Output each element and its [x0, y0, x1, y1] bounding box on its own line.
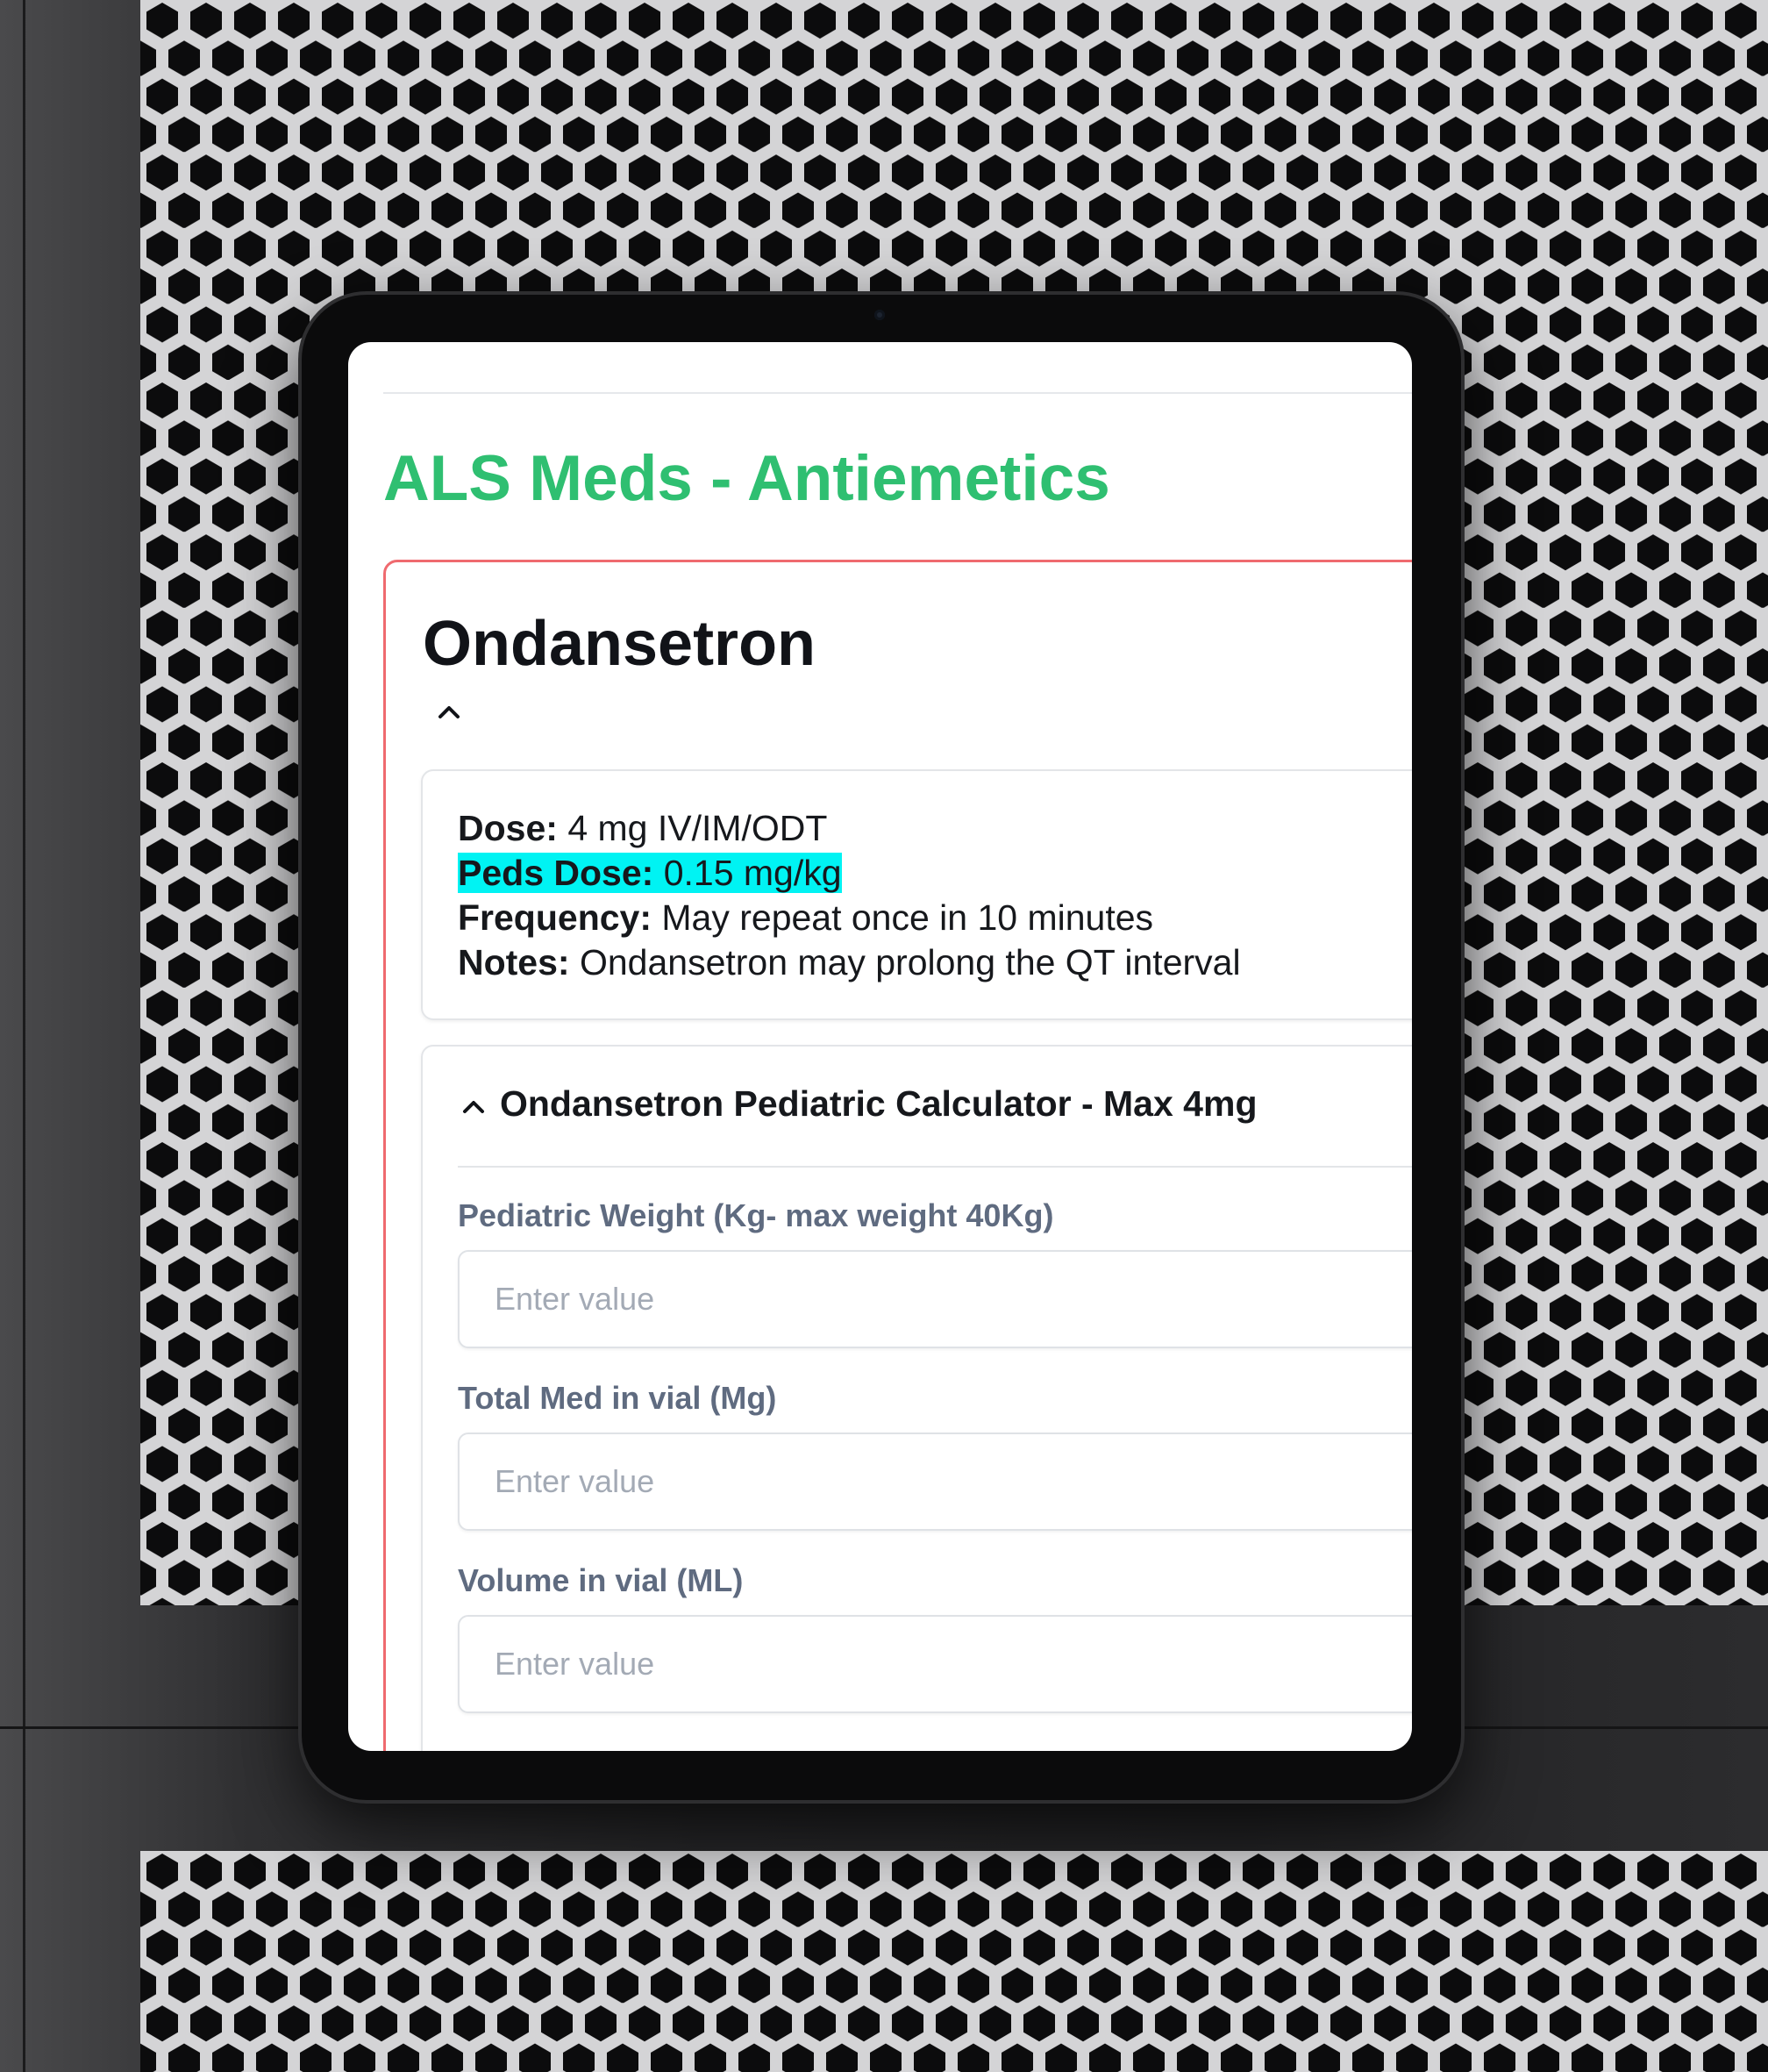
peds-dose-line: Peds Dose: 0.15 mg/kg: [458, 851, 1241, 896]
chevron-up-icon[interactable]: [431, 694, 467, 729]
pediatric-calculator: Ondansetron Pediatric Calculator - Max 4…: [421, 1045, 1412, 1751]
calculator-divider: [458, 1166, 1412, 1168]
peds-dose-value: 0.15 mg/kg: [653, 853, 842, 893]
medication-details: Dose: 4 mg IV/IM/ODT Peds Dose: 0.15 mg/…: [421, 769, 1412, 1020]
background-seam-vertical: [23, 0, 25, 2072]
peds-dose-highlight: Peds Dose: 0.15 mg/kg: [458, 853, 842, 893]
notes-line: Notes: Ondansetron may prolong the QT in…: [458, 940, 1241, 985]
notes-value: Ondansetron may prolong the QT interval: [569, 942, 1241, 982]
frequency-value: May repeat once in 10 minutes: [652, 897, 1154, 938]
total-med-label: Total Med in vial (Mg): [458, 1380, 777, 1416]
volume-input[interactable]: [458, 1615, 1412, 1713]
total-med-input[interactable]: [458, 1433, 1412, 1531]
weight-input[interactable]: [458, 1250, 1412, 1348]
medication-card: Ondansetron Dose: 4 mg IV/IM/ODT Peds Do…: [383, 560, 1412, 1751]
dose-label: Dose:: [458, 808, 558, 848]
medication-name: Ondansetron: [423, 609, 816, 679]
tablet-device: ALS Meds - Antiemetics Ondansetron Dose:…: [302, 295, 1461, 1800]
weight-label: Pediatric Weight (Kg- max weight 40Kg): [458, 1197, 1054, 1233]
volume-label: Volume in vial (ML): [458, 1562, 744, 1598]
chevron-up-icon[interactable]: [456, 1089, 491, 1124]
notes-label: Notes:: [458, 942, 570, 982]
frequency-line: Frequency: May repeat once in 10 minutes: [458, 896, 1241, 940]
page-title: ALS Meds - Antiemetics: [383, 443, 1110, 514]
frequency-label: Frequency:: [458, 897, 652, 938]
calculator-header[interactable]: Ondansetron Pediatric Calculator - Max 4…: [423, 1047, 1412, 1166]
peds-dose-label: Peds Dose:: [458, 853, 654, 893]
hex-grille-bottom: [140, 1851, 1768, 2072]
header-divider: [383, 392, 1412, 394]
camera-icon: [874, 310, 885, 320]
dose-value: 4 mg IV/IM/ODT: [557, 808, 828, 848]
calculator-title: Ondansetron Pediatric Calculator - Max 4…: [500, 1083, 1258, 1124]
dose-line: Dose: 4 mg IV/IM/ODT: [458, 806, 1241, 851]
tablet-screen: ALS Meds - Antiemetics Ondansetron Dose:…: [348, 342, 1412, 1751]
